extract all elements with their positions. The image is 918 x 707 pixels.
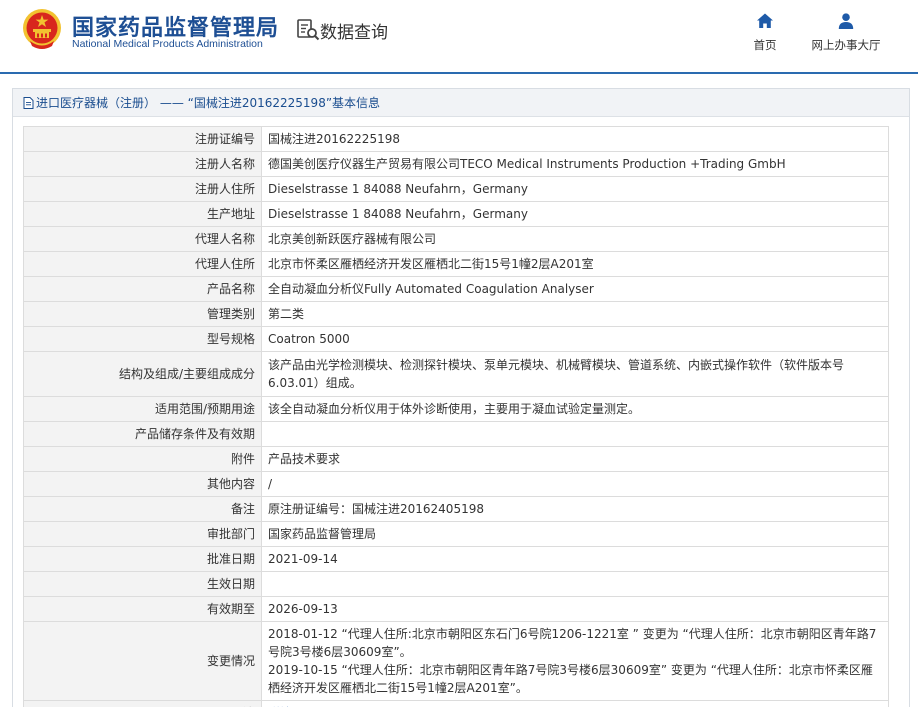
field-value: 原注册证编号：国械注进20162405198: [261, 496, 889, 522]
table-row: 批准日期 2021-09-14: [23, 546, 889, 572]
table-row: 型号规格 Coatron 5000: [23, 326, 889, 352]
card-title: 进口医疗器械（注册） —— “国械注进20162225198”基本信息: [36, 96, 381, 110]
field-value: Dieselstrasse 1 84088 Neufahrn，Germany: [261, 201, 889, 227]
field-value: 产品技术要求: [261, 446, 889, 472]
field-label: 生效日期: [23, 571, 262, 597]
field-label: 变更情况: [23, 621, 262, 701]
nav-home-link[interactable]: 首页: [748, 12, 782, 53]
field-value: 全自动凝血分析仪Fully Automated Coagulation Anal…: [261, 276, 889, 302]
field-label: 备注: [23, 496, 262, 522]
table-row: 注 详情: [23, 700, 889, 707]
field-label: 注册人名称: [23, 151, 262, 177]
table-row: 注册人住所 Dieselstrasse 1 84088 Neufahrn，Ger…: [23, 176, 889, 202]
table-row: 适用范围/预期用途 该全自动凝血分析仪用于体外诊断使用，主要用于凝血试验定量测定…: [23, 396, 889, 422]
field-label: 结构及组成/主要组成成分: [23, 351, 262, 397]
table-row: 审批部门 国家药品监督管理局: [23, 521, 889, 547]
home-icon: [757, 13, 773, 28]
field-value: 详情: [261, 700, 889, 707]
nav-online-office-label: 网上办事大厅: [811, 38, 881, 52]
table-row: 附件 产品技术要求: [23, 446, 889, 472]
table-row: 产品储存条件及有效期: [23, 421, 889, 447]
card-title-bar: 进口医疗器械（注册） —— “国械注进20162225198”基本信息: [13, 89, 909, 117]
table-row: 生产地址 Dieselstrasse 1 84088 Neufahrn，Germ…: [23, 201, 889, 227]
table-row: 注册证编号 国械注进20162225198: [23, 126, 889, 152]
field-label: 管理类别: [23, 301, 262, 327]
nav-home-label: 首页: [753, 38, 777, 52]
field-value: 第二类: [261, 301, 889, 327]
data-search-icon: [297, 19, 320, 41]
field-value: 该全自动凝血分析仪用于体外诊断使用，主要用于凝血试验定量测定。: [261, 396, 889, 422]
field-label: 代理人住所: [23, 251, 262, 277]
table-row: 备注 原注册证编号：国械注进20162405198: [23, 496, 889, 522]
field-value: [261, 421, 889, 447]
table-row: 代理人名称 北京美创新跃医疗器械有限公司: [23, 226, 889, 252]
detail-card: 进口医疗器械（注册） —— “国械注进20162225198”基本信息 注册证编…: [12, 88, 910, 707]
site-header: 国家药品监督管理局 National Medical Products Admi…: [0, 0, 918, 74]
field-label: 批准日期: [23, 546, 262, 572]
field-label: 注册人住所: [23, 176, 262, 202]
document-icon: [23, 96, 34, 109]
table-row: 结构及组成/主要组成成分 该产品由光学检测模块、检测探针模块、泵单元模块、机械臂…: [23, 351, 889, 397]
field-label: 代理人名称: [23, 226, 262, 252]
table-row: 注册人名称 德国美创医疗仪器生产贸易有限公司TECO Medical Instr…: [23, 151, 889, 177]
change-history-value: 2018-01-12 “代理人住所:北京市朝阳区东石门6号院1206-1221室…: [261, 621, 889, 701]
change-entry: 2018-01-12 “代理人住所:北京市朝阳区东石门6号院1206-1221室…: [268, 627, 877, 659]
section-title: 数据查询: [320, 23, 388, 43]
national-emblem-icon: [23, 9, 61, 49]
field-value: 国家药品监督管理局: [261, 521, 889, 547]
registration-info-table: 注册证编号 国械注进20162225198 注册人名称 德国美创医疗仪器生产贸易…: [23, 126, 889, 707]
field-label: 有效期至: [23, 596, 262, 622]
table-row: 变更情况 2018-01-12 “代理人住所:北京市朝阳区东石门6号院1206-…: [23, 621, 889, 701]
change-entry: 2019-10-15 “代理人住所：北京市朝阳区青年路7号院3号楼6层30609…: [268, 663, 873, 695]
field-label: 型号规格: [23, 326, 262, 352]
field-label: 适用范围/预期用途: [23, 396, 262, 422]
table-row: 管理类别 第二类: [23, 301, 889, 327]
field-value: 国械注进20162225198: [261, 126, 889, 152]
field-label: 产品储存条件及有效期: [23, 421, 262, 447]
table-row: 产品名称 全自动凝血分析仪Fully Automated Coagulation…: [23, 276, 889, 302]
brand-name-en: National Medical Products Administration: [72, 38, 263, 50]
user-icon: [838, 13, 854, 29]
table-row: 有效期至 2026-09-13: [23, 596, 889, 622]
field-label: 注册证编号: [23, 126, 262, 152]
field-label: 审批部门: [23, 521, 262, 547]
field-label: 产品名称: [23, 276, 262, 302]
field-label: 生产地址: [23, 201, 262, 227]
field-value: 该产品由光学检测模块、检测探针模块、泵单元模块、机械臂模块、管道系统、内嵌式操作…: [261, 351, 889, 397]
field-value: [261, 571, 889, 597]
field-value: 2026-09-13: [261, 596, 889, 622]
field-value: /: [261, 471, 889, 497]
field-value: 北京美创新跃医疗器械有限公司: [261, 226, 889, 252]
table-row: 其他内容 /: [23, 471, 889, 497]
table-row: 生效日期: [23, 571, 889, 597]
field-label: 附件: [23, 446, 262, 472]
field-value: Coatron 5000: [261, 326, 889, 352]
field-label: 其他内容: [23, 471, 262, 497]
field-value: Dieselstrasse 1 84088 Neufahrn，Germany: [261, 176, 889, 202]
nav-online-office-link[interactable]: 网上办事大厅: [806, 12, 886, 53]
table-row: 代理人住所 北京市怀柔区雁栖经济开发区雁栖北二街15号1幢2层A201室: [23, 251, 889, 277]
field-value: 德国美创医疗仪器生产贸易有限公司TECO Medical Instruments…: [261, 151, 889, 177]
field-value: 2021-09-14: [261, 546, 889, 572]
field-value: 北京市怀柔区雁栖经济开发区雁栖北二街15号1幢2层A201室: [261, 251, 889, 277]
note-label-cell: 注: [23, 700, 262, 707]
